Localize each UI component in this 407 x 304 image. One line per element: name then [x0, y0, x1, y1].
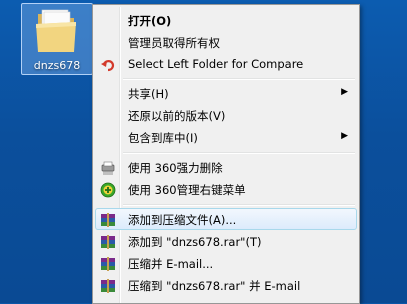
menu-item-open[interactable]: 打开(O): [95, 9, 357, 31]
menu-item-label: 管理员取得所有权: [128, 36, 220, 50]
menu-item-compress-and-email[interactable]: 压缩并 E-mail...: [95, 252, 357, 274]
winrar-books-icon: [101, 213, 115, 227]
menu-item-label: 还原以前的版本(V): [128, 109, 226, 123]
menu-item-label: 包含到库中(I): [128, 131, 198, 145]
folder-label: dnzs678: [33, 59, 81, 72]
menu-item-include-in-library[interactable]: 包含到库中(I) ▶: [95, 126, 357, 148]
context-menu: 打开(O) 管理员取得所有权 Select Left Folder for Co…: [92, 4, 360, 304]
menu-separator: [123, 78, 355, 80]
menu-item-label: 使用 360管理右键菜单: [128, 183, 246, 197]
menu-item-360-force-delete[interactable]: 使用 360强力删除: [95, 156, 357, 178]
menu-item-restore-versions[interactable]: 还原以前的版本(V): [95, 104, 357, 126]
folder-icon: [36, 9, 76, 52]
menu-item-select-left-folder[interactable]: Select Left Folder for Compare: [95, 53, 357, 75]
menu-item-label: 共享(H): [128, 87, 169, 101]
menu-item-label: 使用 360强力删除: [128, 161, 223, 175]
menu-item-compress-rar-and-email[interactable]: 压缩到 "dnzs678.rar" 并 E-mail: [95, 274, 357, 296]
winrar-books-icon: [101, 235, 115, 249]
folder-desktop-icon[interactable]: dnzs678: [21, 3, 93, 75]
undo-arrow-icon: [101, 60, 115, 72]
menu-item-label: 打开(O): [128, 14, 172, 28]
menu-item-360-context-manager[interactable]: 使用 360管理右键菜单: [95, 178, 357, 200]
menu-item-label: Select Left Folder for Compare: [128, 57, 304, 71]
winrar-books-icon: [101, 257, 115, 271]
menu-item-take-ownership[interactable]: 管理员取得所有权: [95, 31, 357, 53]
menu-item-add-to-archive[interactable]: 添加到压缩文件(A)...: [95, 208, 357, 230]
submenu-arrow-icon: ▶: [341, 131, 348, 141]
menu-item-label: 添加到 "dnzs678.rar"(T): [128, 235, 262, 249]
menu-separator: [123, 204, 355, 206]
menu-item-share[interactable]: 共享(H) ▶: [95, 82, 357, 104]
winrar-books-icon: [101, 279, 115, 293]
shredder-icon: [101, 161, 115, 175]
desktop: dnzs678 打开(O) 管理员取得所有权 Select Left Folde…: [0, 0, 407, 304]
menu-item-add-to-rar[interactable]: 添加到 "dnzs678.rar"(T): [95, 230, 357, 252]
menu-item-label: 压缩并 E-mail...: [128, 257, 214, 271]
green-plus-icon: [100, 182, 116, 198]
submenu-arrow-icon: ▶: [341, 87, 348, 97]
menu-item-label: 添加到压缩文件(A)...: [128, 213, 237, 227]
menu-item-label: 压缩到 "dnzs678.rar" 并 E-mail: [128, 279, 301, 293]
menu-separator: [123, 152, 355, 154]
